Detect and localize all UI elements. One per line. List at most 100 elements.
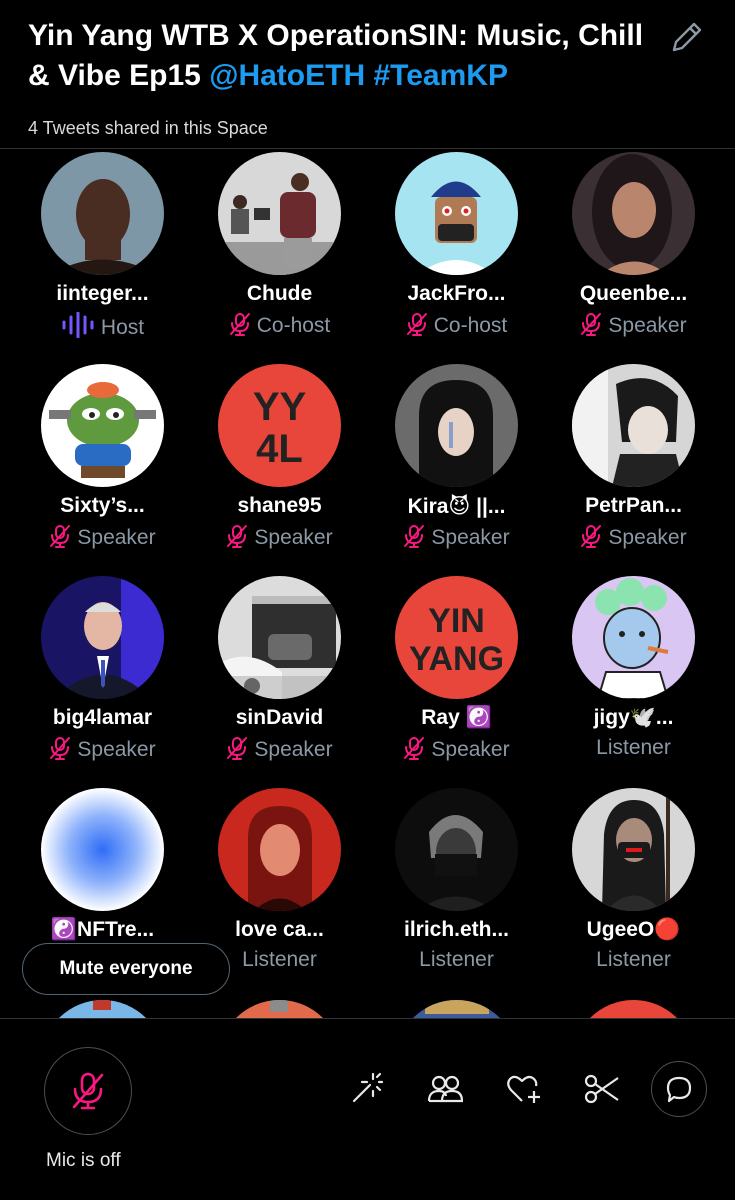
participant-role-label: Speaker	[431, 526, 510, 549]
chat-bubble-icon[interactable]	[651, 1061, 707, 1117]
mic-off-icon	[72, 1072, 104, 1110]
participant-role: Speaker	[368, 736, 545, 762]
participant-name: sinDavid	[235, 706, 324, 729]
participant-role-label: Speaker	[254, 526, 333, 549]
avatar[interactable]	[41, 364, 164, 487]
avatar[interactable]	[572, 152, 695, 275]
participant-role: Co-host	[368, 312, 545, 338]
participant-tile[interactable]: YIN YANG Ray ☯️ Speaker	[368, 576, 545, 788]
participant-name: Kira😈 ||...	[407, 495, 506, 518]
space-title: Yin Yang WTB X OperationSIN: Music, Chil…	[28, 16, 648, 96]
speaking-wave-icon	[62, 311, 94, 339]
avatar[interactable]	[41, 576, 164, 699]
mic-off-icon	[229, 313, 250, 336]
scissors-icon[interactable]	[582, 1069, 622, 1109]
participant-tile[interactable]: Kira😈 ||... Speaker	[368, 364, 545, 576]
participant-name: PetrPan...	[585, 494, 682, 517]
people-icon[interactable]	[425, 1069, 465, 1109]
participant-role-label: Speaker	[431, 738, 510, 761]
shared-tweets-link[interactable]: 4 Tweets shared in this Space	[28, 118, 268, 139]
participant-role: Speaker	[14, 524, 191, 550]
mic-off-icon	[404, 737, 425, 760]
magic-wand-icon[interactable]	[346, 1069, 386, 1109]
bottom-toolbar: Mic is off	[0, 1018, 735, 1200]
participant-role: Speaker	[545, 524, 722, 550]
participant-role: Host	[14, 311, 191, 340]
participant-tile[interactable]: Queenbe... Speaker	[545, 152, 722, 364]
mic-off-icon	[404, 525, 425, 548]
avatar[interactable]	[395, 1000, 518, 1018]
participant-tile[interactable]: UgeeO🔴 Listener	[545, 788, 722, 1000]
participants-grid: iinteger... Host Chude Co-host JackFro..…	[14, 152, 722, 1018]
participant-role: Speaker	[191, 736, 368, 762]
participant-name: Ray ☯️	[421, 706, 492, 729]
participant-role-label: Host	[100, 316, 145, 339]
participant-tile[interactable]: iinteger... Host	[14, 152, 191, 364]
mic-toggle-button[interactable]	[44, 1047, 132, 1135]
participant-name: love ca...	[235, 918, 324, 941]
avatar[interactable]	[395, 788, 518, 911]
avatar[interactable]	[218, 1000, 341, 1018]
participant-role: Speaker	[14, 736, 191, 762]
participant-tile[interactable]	[368, 1000, 545, 1018]
participant-role-label: Co-host	[433, 314, 508, 337]
mic-off-icon	[227, 737, 248, 760]
participant-name: JackFro...	[407, 282, 506, 305]
heart-plus-icon[interactable]	[504, 1069, 544, 1109]
avatar[interactable]	[572, 364, 695, 487]
participant-role-label: Co-host	[256, 314, 331, 337]
avatar[interactable]	[395, 364, 518, 487]
avatar[interactable]: YIN YANG	[395, 576, 518, 699]
avatar[interactable]	[572, 1000, 695, 1018]
participant-name: jigy🕊️...	[593, 706, 674, 729]
avatar[interactable]	[218, 788, 341, 911]
avatar-logo-text: YIN	[428, 602, 485, 640]
participant-tile[interactable]: Chude Co-host	[191, 152, 368, 364]
participant-name: ilrich.eth...	[403, 918, 510, 941]
edit-pencil-icon[interactable]	[668, 18, 706, 56]
mic-off-icon	[50, 525, 71, 548]
participant-role: Listener	[596, 736, 671, 759]
participant-tile[interactable]: Sixty’s... Speaker	[14, 364, 191, 576]
participant-name: shane95	[237, 494, 322, 517]
participant-tile[interactable]	[14, 1000, 191, 1018]
participant-name: ☯️NFTre...	[50, 918, 155, 941]
mic-off-icon	[581, 313, 602, 336]
participant-tile[interactable]	[545, 1000, 722, 1018]
mic-off-icon	[581, 525, 602, 548]
avatar[interactable]	[41, 788, 164, 911]
avatar[interactable]	[41, 152, 164, 275]
participant-role: Speaker	[368, 524, 545, 550]
avatar[interactable]	[572, 788, 695, 911]
participant-name: Sixty’s...	[60, 494, 145, 517]
avatar-logo-text: YANG	[409, 640, 504, 678]
avatar[interactable]	[218, 152, 341, 275]
participant-tile[interactable]: jigy🕊️... Listener	[545, 576, 722, 788]
avatar[interactable]	[41, 1000, 164, 1018]
participant-role-label: Speaker	[608, 314, 687, 337]
participant-tile[interactable]: sinDavid Speaker	[191, 576, 368, 788]
avatar-logo-text: 4L	[256, 427, 303, 471]
participant-tile[interactable]: ilrich.eth... Listener	[368, 788, 545, 1000]
participant-tile[interactable]: JackFro... Co-host	[368, 152, 545, 364]
participant-name: Chude	[246, 282, 313, 305]
title-mention-link[interactable]: @HatoETH	[209, 59, 365, 92]
avatar[interactable]: YY 4L	[218, 364, 341, 487]
participant-tile[interactable]: big4lamar Speaker	[14, 576, 191, 788]
participant-tile[interactable]: PetrPan... Speaker	[545, 364, 722, 576]
mic-off-icon	[50, 737, 71, 760]
participant-role: Listener	[419, 948, 494, 971]
participant-tile[interactable]	[191, 1000, 368, 1018]
participant-name: iinteger...	[56, 282, 149, 305]
avatar[interactable]	[218, 576, 341, 699]
participant-tile[interactable]: YY 4L shane95 Speaker	[191, 364, 368, 576]
participant-role-label: Speaker	[254, 738, 333, 761]
avatar[interactable]	[395, 152, 518, 275]
mute-everyone-button[interactable]: Mute everyone	[22, 943, 230, 995]
avatar[interactable]	[572, 576, 695, 699]
title-hashtag-link[interactable]: #TeamKP	[373, 59, 508, 92]
participant-role: Speaker	[191, 524, 368, 550]
participant-role: Listener	[596, 948, 671, 971]
participant-name: UgeeO🔴	[586, 918, 681, 941]
avatar-logo-text: YY	[253, 385, 307, 429]
